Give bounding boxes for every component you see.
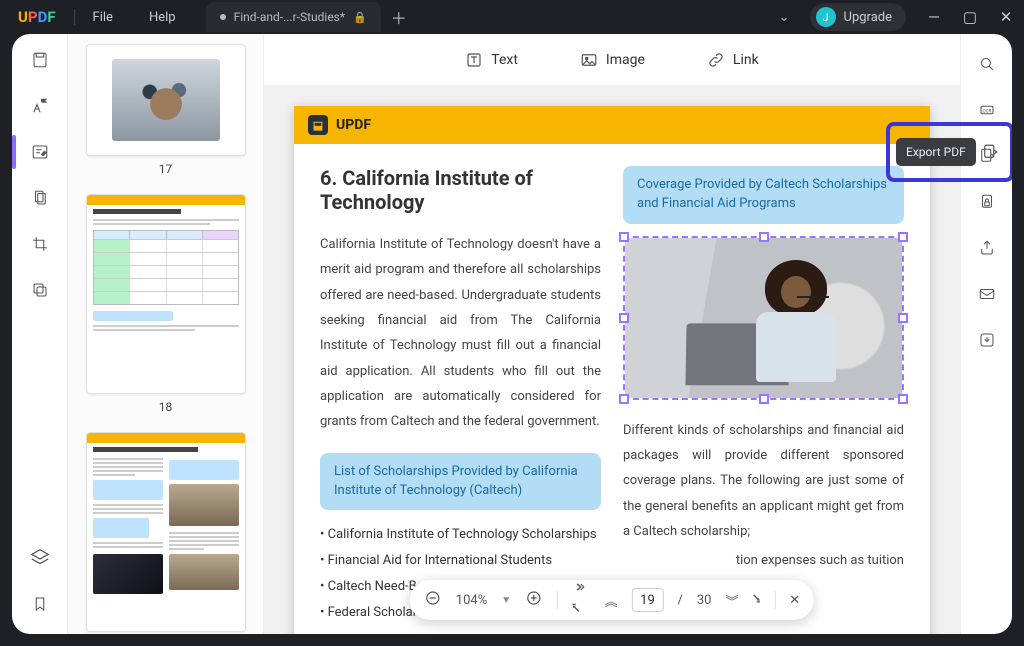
next-page-button[interactable]: ︾ — [725, 591, 738, 610]
zoom-out-button[interactable] — [424, 589, 442, 611]
left-rail — [12, 34, 68, 634]
bullet: • Financial Aid for International Studen… — [320, 548, 601, 574]
thumb-label: 17 — [86, 156, 245, 186]
resize-handle[interactable] — [898, 313, 908, 323]
email-icon[interactable] — [975, 282, 999, 306]
thumb-17[interactable]: 17 — [86, 44, 245, 186]
app-logo: UPDF — [0, 8, 74, 26]
avatar: J — [816, 7, 836, 27]
menu-help[interactable]: Help — [131, 10, 194, 25]
export-pdf-callout: Export PDF — [886, 122, 1012, 182]
brand-mark-icon: ⬓ — [308, 115, 328, 135]
layers-icon[interactable] — [28, 546, 52, 570]
close-pager-button[interactable]: ✕ — [789, 593, 800, 608]
resize-handle[interactable] — [898, 232, 908, 242]
page-heading: 6. California Institute of Technology — [320, 166, 601, 214]
thumb-label: 18 — [86, 394, 245, 424]
page-input[interactable] — [631, 588, 663, 612]
ocr-icon[interactable]: OCR — [975, 98, 999, 122]
reader-tool-icon[interactable] — [28, 48, 52, 72]
last-page-button[interactable]: ⭸ — [752, 589, 760, 611]
prev-page-button[interactable]: ︽ — [604, 591, 617, 610]
link-icon — [707, 51, 725, 69]
image-icon — [580, 51, 598, 69]
new-tab-button[interactable]: ＋ — [391, 5, 407, 29]
thumb-18[interactable]: 18 — [86, 194, 245, 424]
edit-link-button[interactable]: Link — [707, 51, 759, 69]
brand-text: UPDF — [336, 117, 371, 133]
text-icon — [465, 51, 483, 69]
edit-image-button[interactable]: Image — [580, 51, 645, 69]
zoom-value: 104% — [456, 593, 487, 608]
first-page-button[interactable]: ⭶ — [572, 578, 591, 622]
resize-handle[interactable] — [898, 394, 908, 404]
tab-dropdown-icon[interactable]: ⌄ — [759, 10, 810, 25]
resize-handle[interactable] — [759, 394, 769, 404]
info-card-scholarships: List of Scholarships Provided by Califor… — [320, 453, 601, 511]
thumbnail-panel[interactable]: 17 18 — [68, 34, 264, 634]
body-paragraph: California Institute of Technology doesn… — [320, 232, 601, 435]
page-view[interactable]: ⬓ UPDF 6. California Institute of Techno… — [294, 106, 930, 634]
page-toolbar: 104% ▼ ⭶ ︽ / 30 ︾ ⭸ ✕ — [410, 580, 814, 620]
export-pdf-highlight-icon[interactable] — [980, 141, 1000, 163]
save-icon[interactable] — [975, 328, 999, 352]
redact-tool-icon[interactable] — [28, 278, 52, 302]
tab-indicator-icon — [220, 14, 226, 20]
menu-file[interactable]: File — [75, 10, 131, 25]
crop-tool-icon[interactable] — [28, 232, 52, 256]
page-total: 30 — [697, 593, 712, 608]
thumb-label-current: 19 — [86, 632, 245, 634]
body-paragraph: tion expenses such as tuition — [623, 548, 904, 573]
resize-handle[interactable] — [619, 313, 629, 323]
resize-handle[interactable] — [619, 232, 629, 242]
resize-handle[interactable] — [759, 232, 769, 242]
zoom-in-button[interactable] — [525, 589, 543, 611]
page-sep: / — [677, 593, 682, 608]
thumb-19[interactable]: 19 — [86, 432, 245, 634]
protect-icon[interactable] — [975, 190, 999, 214]
window-minimize-button[interactable]: — — [916, 8, 952, 26]
document-tab[interactable]: Find-and-...r-Studies* 🔒 — [206, 2, 381, 32]
content-image — [625, 238, 902, 398]
organize-tool-icon[interactable] — [28, 186, 52, 210]
info-card-coverage: Coverage Provided by Caltech Scholarship… — [623, 166, 904, 224]
window-close-button[interactable]: ✕ — [988, 8, 1024, 26]
bookmark-icon[interactable] — [28, 592, 52, 616]
share-icon[interactable] — [975, 236, 999, 260]
bullet: • California Institute of Technology Sch… — [320, 522, 601, 548]
edit-toolbar: Text Image Link — [264, 34, 960, 86]
zoom-dropdown-icon[interactable]: ▼ — [501, 595, 511, 606]
lock-icon: 🔒 — [353, 11, 367, 24]
upgrade-label: Upgrade — [844, 10, 892, 25]
body-paragraph: Different kinds of scholarships and fina… — [623, 418, 904, 545]
doc-brand-band: ⬓ UPDF — [294, 106, 930, 144]
selected-image[interactable] — [623, 236, 904, 400]
comment-tool-icon[interactable] — [28, 94, 52, 118]
main-canvas[interactable]: Text Image Link ⬓ UPDF 6. California Ins… — [264, 34, 960, 634]
resize-handle[interactable] — [619, 394, 629, 404]
tab-title: Find-and-...r-Studies* — [234, 10, 345, 24]
edit-text-button[interactable]: Text — [465, 51, 518, 69]
window-maximize-button[interactable]: ▢ — [952, 8, 988, 26]
search-icon[interactable] — [975, 52, 999, 76]
edit-tool-icon[interactable] — [28, 140, 52, 164]
export-tooltip: Export PDF — [896, 138, 976, 166]
upgrade-button[interactable]: J Upgrade — [810, 3, 906, 31]
svg-text:OCR: OCR — [982, 108, 991, 114]
